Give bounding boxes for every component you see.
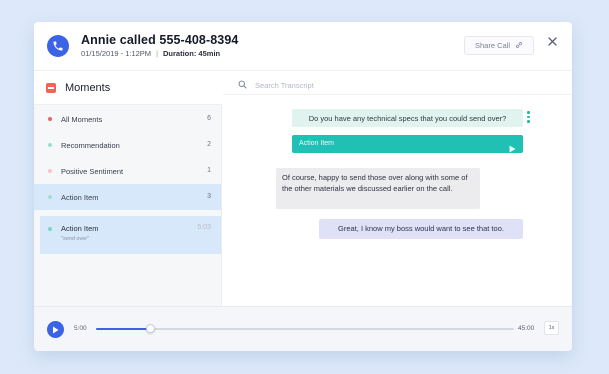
moment-filter-label: All Moments	[61, 115, 103, 124]
moment-detail-quote: "send over"	[61, 236, 90, 242]
moment-dot-icon	[48, 169, 52, 173]
moment-filter-label: Action Item	[61, 193, 99, 202]
moment-dot-icon	[48, 195, 52, 199]
search-icon	[238, 76, 247, 94]
moment-filter-count: 1	[207, 167, 211, 174]
moment-dot-icon	[48, 227, 52, 231]
moment-filter-action-item[interactable]: Action Item 3	[34, 184, 221, 210]
call-detail-card: Annie called 555-408-8394 01/15/2019 - 1…	[34, 22, 572, 351]
share-call-label: Share Call	[474, 41, 511, 50]
call-meta: 01/15/2019 - 1:12PM | Duration: 45min	[81, 49, 220, 58]
progress-handle[interactable]	[146, 324, 156, 333]
current-time: 5:00	[74, 325, 87, 332]
more-options-icon[interactable]	[527, 111, 531, 125]
moment-filter-label: Recommendation	[61, 141, 120, 150]
link-icon	[515, 41, 523, 51]
moment-dot-icon	[48, 143, 52, 147]
moments-header: Moments	[34, 72, 222, 105]
call-title: Annie called 555-408-8394	[81, 33, 239, 47]
moments-title: Moments	[65, 82, 111, 94]
progress-fill	[96, 328, 151, 330]
end-time: 45:00	[518, 325, 535, 332]
moment-filter-all[interactable]: All Moments 6	[34, 106, 221, 132]
moment-filter-count: 6	[207, 115, 211, 122]
divider	[223, 94, 572, 95]
message-agent: Do you have any technical specs that you…	[292, 109, 523, 127]
call-header: Annie called 555-408-8394 01/15/2019 - 1…	[34, 22, 572, 71]
play-icon[interactable]	[509, 140, 516, 158]
progress-track[interactable]	[96, 324, 514, 333]
moments-icon	[46, 83, 56, 93]
action-item-bar[interactable]: Action Item	[292, 135, 523, 153]
action-item-label: Action Item	[299, 140, 335, 147]
moment-filter-count: 2	[207, 141, 211, 148]
call-duration: Duration: 45min	[163, 49, 221, 58]
search-input[interactable]	[255, 80, 455, 90]
moment-filter-positive-sentiment[interactable]: Positive Sentiment 1	[34, 158, 221, 184]
play-icon	[53, 326, 59, 333]
message-agent: Great, I know my boss would want to see …	[319, 219, 523, 239]
transcript-search	[238, 78, 538, 92]
moment-filter-recommendation[interactable]: Recommendation 2	[34, 132, 221, 158]
phone-icon	[47, 35, 69, 57]
call-date: 01/15/2019 - 1:12PM	[81, 49, 152, 58]
message-customer: Of course, happy to send those over alon…	[276, 168, 480, 209]
playback-speed-button[interactable]: 1x	[544, 321, 559, 335]
moment-dot-icon	[48, 117, 52, 121]
close-icon[interactable]	[546, 35, 559, 48]
audio-player: 5:00 45:00 1x	[34, 306, 572, 351]
share-call-button[interactable]: Share Call	[464, 36, 534, 55]
moment-detail-item[interactable]: Action Item "send over" 5:03	[40, 216, 221, 254]
moment-detail-time: 5:03	[197, 224, 211, 231]
play-button[interactable]	[47, 321, 64, 338]
moment-detail-label: Action Item	[61, 224, 99, 233]
moment-filter-label: Positive Sentiment	[61, 167, 124, 176]
meta-separator: |	[156, 49, 159, 58]
moment-filter-count: 3	[207, 193, 211, 200]
moments-sidebar: Moments All Moments 6 Recommendation 2 P…	[34, 72, 222, 306]
